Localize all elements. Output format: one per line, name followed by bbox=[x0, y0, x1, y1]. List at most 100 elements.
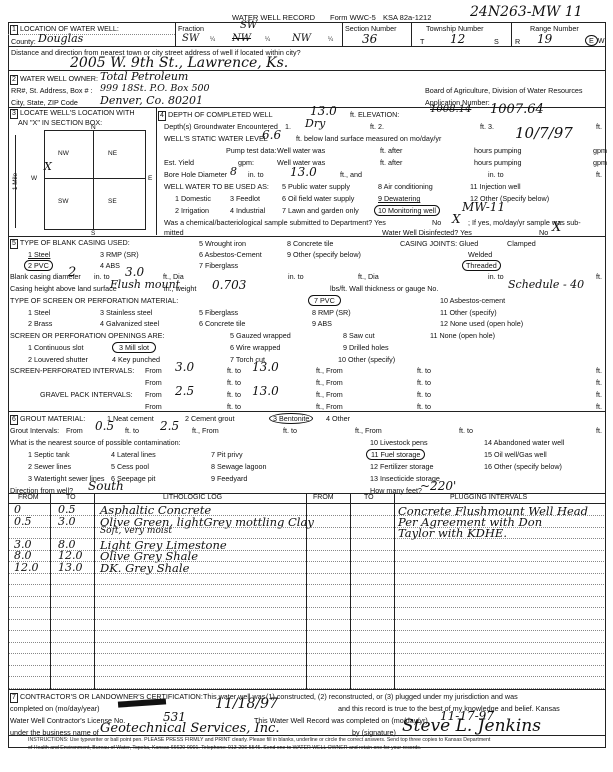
use-option[interactable]: 9 Dewatering bbox=[378, 194, 420, 203]
fraction-2-struck[interactable]: NW bbox=[232, 33, 251, 44]
section-number[interactable]: 36 bbox=[362, 32, 377, 46]
county-value[interactable]: Douglas bbox=[38, 32, 83, 45]
elevation-value[interactable]: 1007.64 bbox=[490, 102, 544, 117]
casing-option-selected[interactable]: 2 PVC bbox=[24, 260, 53, 271]
fraction-top[interactable]: SW bbox=[240, 20, 257, 31]
screen-option[interactable]: 8 RMP (SR) bbox=[312, 308, 351, 317]
opening-option[interactable]: 1 Continuous slot bbox=[28, 343, 84, 352]
opening-option[interactable]: 9 Drilled holes bbox=[343, 343, 389, 352]
casing-weight[interactable]: 0.703 bbox=[212, 278, 246, 292]
blank-diameter[interactable]: 2 bbox=[68, 265, 76, 280]
clamped-option[interactable]: Clamped bbox=[507, 239, 536, 248]
screen-option[interactable]: 9 ABS bbox=[312, 319, 332, 328]
screen-option[interactable]: 12 None used (open hole) bbox=[440, 319, 523, 328]
casing-option[interactable]: 8 Concrete tile bbox=[287, 239, 333, 248]
city-value[interactable]: Denver, Co. 80201 bbox=[100, 94, 203, 107]
gauge-value[interactable]: Schedule - 40 bbox=[508, 278, 584, 291]
screen-option[interactable]: 10 Asbestos-cement bbox=[440, 296, 505, 305]
section-box[interactable] bbox=[44, 130, 146, 230]
chem-no-mark[interactable]: X bbox=[452, 212, 461, 226]
casing-option[interactable]: 3 RMP (SR) bbox=[100, 250, 139, 259]
log-description[interactable]: Soft, very moist bbox=[100, 526, 172, 536]
signature[interactable]: Steve L. Jenkins bbox=[402, 716, 541, 736]
depth-value[interactable]: 13.0 bbox=[310, 104, 337, 118]
bore-diameter[interactable]: 8 bbox=[230, 165, 237, 178]
range-ew[interactable]: EW bbox=[585, 35, 605, 46]
business-name[interactable]: Geotechnical Services, Inc. bbox=[100, 721, 279, 736]
grout-from[interactable]: 0.5 bbox=[95, 419, 114, 433]
screen-option[interactable]: 3 Stainless steel bbox=[100, 308, 152, 317]
contam-option[interactable]: 7 Pit privy bbox=[211, 450, 243, 459]
screen-option[interactable]: 1 Steel bbox=[28, 308, 50, 317]
casing-option[interactable]: 6 Asbestos-Cement bbox=[199, 250, 262, 259]
opening-option[interactable]: 8 Saw cut bbox=[343, 331, 375, 340]
contam-option[interactable]: 10 Livestock pens bbox=[370, 438, 428, 447]
township-number[interactable]: 12 bbox=[450, 32, 465, 46]
feet-value[interactable]: ~220' bbox=[420, 479, 456, 493]
use-option[interactable]: 7 Lawn and garden only bbox=[282, 206, 359, 215]
use-option[interactable]: 2 Irrigation bbox=[175, 206, 209, 215]
opening-option[interactable]: 11 None (open hole) bbox=[430, 331, 495, 340]
contam-option-selected[interactable]: 11 Fuel storage bbox=[366, 449, 426, 460]
grout-option[interactable]: 2 Cement grout bbox=[185, 414, 235, 423]
contam-option[interactable]: 12 Fertilizer storage bbox=[370, 462, 434, 471]
screen-option-selected[interactable]: 7 PVC bbox=[308, 295, 341, 306]
screen-option[interactable]: 4 Galvanized steel bbox=[100, 319, 159, 328]
use-other-value[interactable]: MW-11 bbox=[462, 200, 505, 214]
opening-option[interactable]: 2 Louvered shutter bbox=[28, 355, 88, 364]
gravel-from[interactable]: 2.5 bbox=[175, 384, 194, 398]
use-option[interactable]: 8 Air conditioning bbox=[378, 182, 433, 191]
fraction-3[interactable]: NW bbox=[292, 33, 311, 44]
address-value[interactable]: 999 18St. P.O. Box 500 bbox=[100, 83, 210, 94]
screen-option[interactable]: 11 Other (specify) bbox=[440, 308, 497, 317]
use-option[interactable]: 11 Injection well bbox=[470, 182, 521, 191]
opening-option-selected[interactable]: 3 Mill slot bbox=[112, 342, 156, 353]
use-option-selected[interactable]: 10 Monitoring well bbox=[374, 205, 440, 216]
direction-value[interactable]: South bbox=[88, 479, 124, 493]
contam-option[interactable]: 1 Septic tank bbox=[28, 450, 70, 459]
contam-option[interactable]: 8 Sewage lagoon bbox=[211, 462, 267, 471]
use-option[interactable]: 4 Industrial bbox=[230, 206, 265, 215]
opening-option[interactable]: 4 Key punched bbox=[112, 355, 160, 364]
fraction-1[interactable]: SW bbox=[182, 33, 199, 44]
opening-option[interactable]: 6 Wire wrapped bbox=[230, 343, 280, 352]
contam-option[interactable]: 16 Other (specify below) bbox=[484, 462, 562, 471]
use-option[interactable]: 3 Feedlot bbox=[230, 194, 260, 203]
use-option[interactable]: 1 Domestic bbox=[175, 194, 211, 203]
threaded-option-selected[interactable]: Threaded bbox=[462, 260, 501, 271]
contam-option[interactable]: 9 Feedyard bbox=[211, 474, 247, 483]
completed-date[interactable]: 11/18/97 bbox=[215, 696, 278, 712]
casing-option[interactable]: 5 Wrought iron bbox=[199, 239, 246, 248]
screen-option[interactable]: 2 Brass bbox=[28, 319, 52, 328]
grout-option-selected[interactable]: 3 Bentonite bbox=[269, 413, 314, 424]
contam-option[interactable]: 15 Oil well/Gas well bbox=[484, 450, 547, 459]
casing-option[interactable]: 9 Other (specify below) bbox=[287, 250, 361, 259]
cert-options[interactable]: (1) constructed, (2) reconstructed, or (… bbox=[266, 692, 518, 701]
screen-from[interactable]: 3.0 bbox=[175, 360, 194, 374]
screen-option[interactable]: 5 Fiberglass bbox=[199, 308, 238, 317]
disinfected-no-mark[interactable]: X bbox=[552, 220, 561, 235]
grout-option[interactable]: 4 Other bbox=[326, 414, 350, 423]
casing-option[interactable]: 4 ABS bbox=[100, 261, 120, 270]
grout-to[interactable]: 2.5 bbox=[160, 419, 179, 433]
static-level-value[interactable]: 6.6 bbox=[262, 128, 281, 142]
use-option[interactable]: 5 Public water supply bbox=[282, 182, 350, 191]
groundwater-1[interactable]: Dry bbox=[305, 117, 325, 130]
range-number[interactable]: 19 bbox=[537, 32, 552, 46]
distance-value[interactable]: 2005 W. 9th St., Lawrence, Ks. bbox=[70, 55, 288, 71]
gravel-to[interactable]: 13.0 bbox=[252, 384, 279, 398]
opening-option[interactable]: 10 Other (specify) bbox=[338, 355, 395, 364]
contam-option[interactable]: 5 Cess pool bbox=[111, 462, 149, 471]
contam-option[interactable]: 4 Lateral lines bbox=[111, 450, 156, 459]
casing-option[interactable]: 7 Fiberglass bbox=[199, 261, 238, 270]
screen-option[interactable]: 6 Concrete tile bbox=[199, 319, 245, 328]
bore-depth[interactable]: 13.0 bbox=[290, 165, 317, 179]
screen-to[interactable]: 13.0 bbox=[252, 360, 279, 374]
opening-option[interactable]: 5 Gauzed wrapped bbox=[230, 331, 291, 340]
welded-option[interactable]: Welded bbox=[468, 250, 492, 259]
casing-option[interactable]: 1 Steel bbox=[28, 250, 50, 259]
static-date[interactable]: 10/7/97 bbox=[515, 124, 573, 142]
use-option[interactable]: 6 Oil field water supply bbox=[282, 194, 354, 203]
contam-option[interactable]: 2 Sewer lines bbox=[28, 462, 71, 471]
owner-value[interactable]: Total Petroleum bbox=[100, 70, 188, 83]
